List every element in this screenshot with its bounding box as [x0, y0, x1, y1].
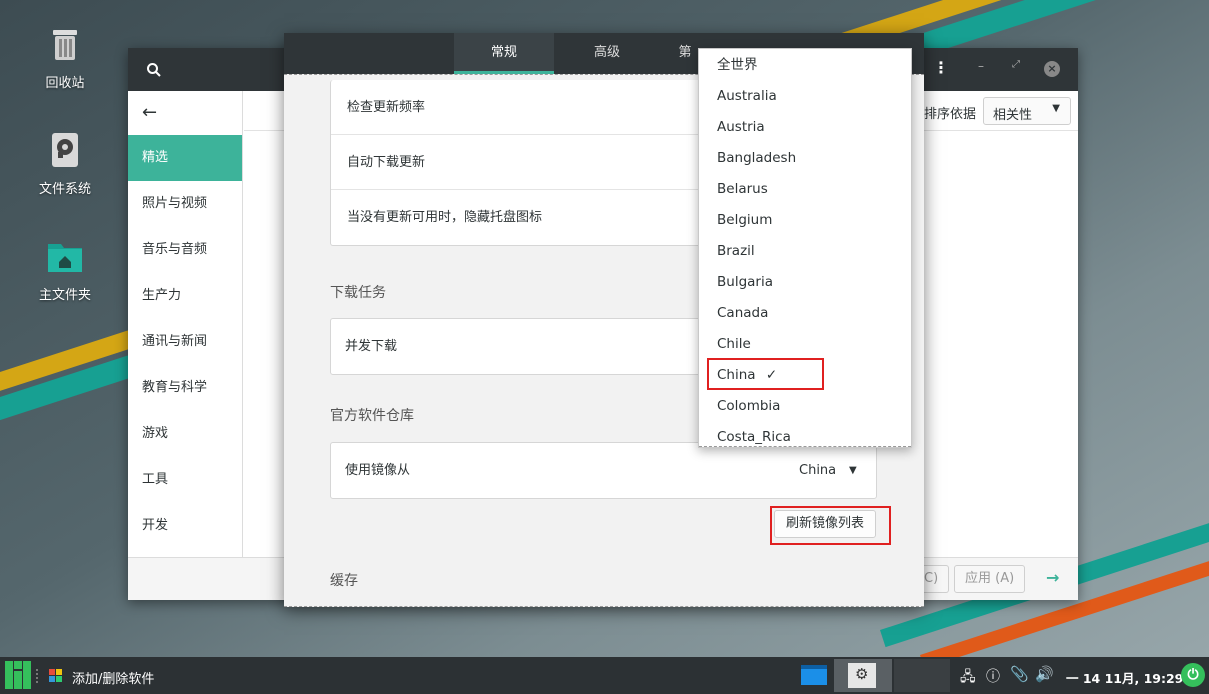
- software-app-icon: [49, 669, 62, 682]
- tab-advanced[interactable]: 高级: [557, 33, 657, 74]
- chevron-down-icon: ▼: [849, 465, 857, 476]
- focus-dash: [284, 606, 924, 607]
- trash-icon: [53, 30, 77, 60]
- menu-icon[interactable]: ⋮: [933, 60, 949, 76]
- dropdown-option[interactable]: Costa_Rica: [717, 422, 791, 453]
- forward-arrow-icon[interactable]: →: [1046, 568, 1059, 587]
- dropdown-option[interactable]: 全世界: [717, 50, 758, 81]
- dropdown-option[interactable]: Brazil: [717, 236, 755, 267]
- sidebar-item-utilities[interactable]: 工具: [128, 457, 242, 503]
- category-sidebar: ← 精选 照片与视频 音乐与音频 生产力 通讯与新闻 教育与科学 游戏 工具 开…: [128, 91, 243, 557]
- mirror-select[interactable]: China ▼: [799, 443, 857, 498]
- section-cache: 缓存: [330, 573, 358, 589]
- apply-button[interactable]: 应用 (A): [954, 565, 1026, 593]
- sidebar-item-development[interactable]: 开发: [128, 503, 242, 549]
- taskbar: 添加/删除软件 ⚙ 🖧 ⓘ 📎 🔊 一 14 11月, 19:29 ⏻: [0, 657, 1209, 694]
- dropdown-option[interactable]: Belgium: [717, 205, 772, 236]
- section-official-repo: 官方软件仓库: [330, 408, 414, 424]
- sidebar-item-communication[interactable]: 通讯与新闻: [128, 319, 242, 365]
- desktop-icon-label: 回收站: [45, 76, 85, 91]
- taskbar-separator: [36, 669, 39, 683]
- mirror-label: 使用镜像从: [345, 463, 411, 478]
- desktop-icon-home[interactable]: 主文件夹: [20, 236, 110, 303]
- taskbar-app-label[interactable]: 添加/删除软件: [72, 668, 154, 687]
- sort-select[interactable]: 相关性 ▼: [983, 97, 1071, 125]
- desktop-workspace-icon[interactable]: [801, 665, 827, 687]
- dropdown-option[interactable]: Bangladesh: [717, 143, 796, 174]
- clipboard-icon[interactable]: 📎: [1010, 665, 1029, 683]
- info-shield-icon[interactable]: ⓘ: [986, 666, 1000, 686]
- focus-dash: [699, 446, 911, 447]
- section-download-tasks: 下载任务: [330, 285, 386, 301]
- workspace-1[interactable]: ⚙: [834, 659, 892, 692]
- desktop-icon-label: 主文件夹: [38, 288, 91, 303]
- network-icon[interactable]: 🖧: [960, 666, 976, 690]
- sidebar-item-music-audio[interactable]: 音乐与音频: [128, 227, 242, 273]
- sidebar-item-productivity[interactable]: 生产力: [128, 273, 242, 319]
- maximize-icon[interactable]: ⤢: [1012, 59, 1020, 70]
- sidebar-item-education[interactable]: 教育与科学: [128, 365, 242, 411]
- dropdown-option[interactable]: Canada: [717, 298, 768, 329]
- dropdown-option[interactable]: Australia: [717, 81, 777, 112]
- desktop-icon-trash[interactable]: 回收站: [20, 24, 110, 91]
- dropdown-option[interactable]: Bulgaria: [717, 267, 773, 298]
- window-thumbnail: ⚙: [848, 663, 876, 688]
- back-arrow-icon[interactable]: ←: [128, 91, 242, 135]
- power-icon[interactable]: ⏻: [1181, 663, 1205, 687]
- manjaro-menu-icon[interactable]: [5, 661, 31, 689]
- volume-icon[interactable]: 🔊: [1035, 665, 1054, 683]
- dropdown-option[interactable]: Austria: [717, 112, 765, 143]
- sort-select-value: 相关性: [993, 108, 1033, 123]
- mirror-select-value: China: [799, 463, 837, 478]
- gear-icon: ⚙: [855, 665, 869, 683]
- dropdown-option[interactable]: Colombia: [717, 391, 780, 422]
- dropdown-option[interactable]: Belarus: [717, 174, 768, 205]
- workspace-2[interactable]: [894, 659, 950, 692]
- desktop-icon-filesystem[interactable]: 文件系统: [20, 130, 110, 197]
- highlight-box: [707, 358, 824, 390]
- tab-general[interactable]: 常规: [454, 33, 554, 74]
- minimize-icon[interactable]: –: [978, 59, 984, 73]
- dropdown-option[interactable]: Chile: [717, 329, 751, 360]
- clock[interactable]: 一 14 11月, 19:29: [1066, 668, 1183, 687]
- sidebar-item-featured[interactable]: 精选: [128, 135, 242, 181]
- search-icon[interactable]: [146, 62, 162, 78]
- mirror-card: 使用镜像从 China ▼: [330, 442, 877, 499]
- sidebar-item-photo-video[interactable]: 照片与视频: [128, 181, 242, 227]
- sort-label: 排序依据: [924, 107, 977, 122]
- home-folder-icon: [48, 244, 82, 272]
- sidebar-item-games[interactable]: 游戏: [128, 411, 242, 457]
- row-use-mirror: 使用镜像从 China ▼: [331, 443, 876, 498]
- drive-icon: [52, 133, 78, 167]
- desktop-icon-label: 文件系统: [38, 182, 91, 197]
- chevron-down-icon: ▼: [1052, 103, 1060, 114]
- highlight-box: [770, 506, 891, 545]
- close-icon[interactable]: ×: [1044, 61, 1060, 77]
